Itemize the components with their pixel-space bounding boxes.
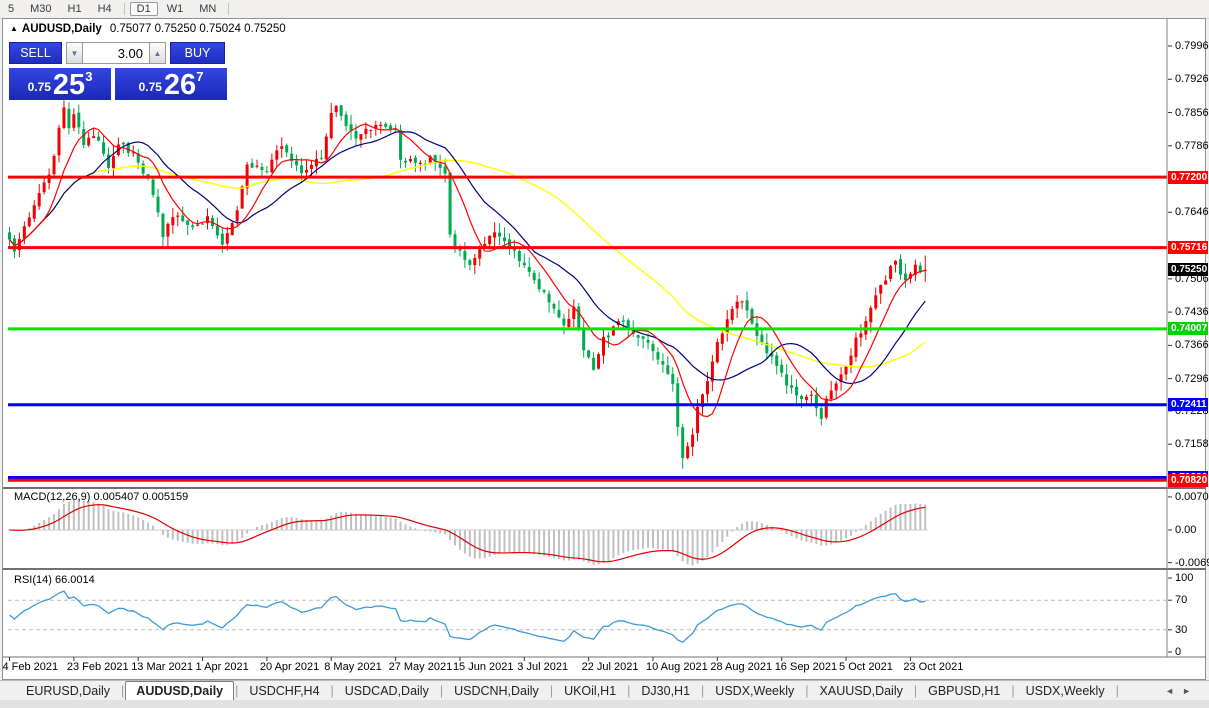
volume-input[interactable] (83, 42, 149, 64)
spin-down-icon: ▼ (70, 48, 79, 58)
sell-price-sup: 3 (85, 69, 93, 84)
volume-decrease-button[interactable]: ▼ (66, 42, 83, 64)
buy-price-prefix: 0.75 (138, 80, 162, 94)
chart-ohlc-values: 0.75077 0.75250 0.75024 0.75250 (109, 23, 286, 35)
tab-separator: | (1115, 684, 1119, 698)
chart-tabs-bar: EURUSD,Daily | AUDUSD,Daily | USDCHF,H4 | USDC… (0, 680, 1209, 701)
sell-price-big: 25 (52, 69, 86, 101)
sell-price[interactable]: 0.75 25 3 (9, 68, 111, 100)
chart-title: ▲ AUDUSD,Daily 0.75077 0.75250 0.75024 0.7… (10, 23, 286, 35)
chart-tab-gbpusd-9[interactable]: GBPUSD,H1 (918, 682, 1010, 700)
buy-price-big: 26 (163, 69, 197, 101)
collapse-arrow-icon[interactable]: ▲ (10, 24, 18, 33)
tab-scroll-left-icon[interactable]: ◄ (1165, 686, 1182, 696)
mt4-window: 5M30H1H4D1W1MN 0.799600.792600.785600.77… (0, 0, 1209, 708)
chart-symbol-label: AUDUSD,Daily (21, 23, 102, 35)
sell-button[interactable]: SELL (9, 42, 62, 64)
tab-scroll-right-icon[interactable]: ► (1182, 686, 1199, 696)
chart-tab-eurusd-0[interactable]: EURUSD,Daily (16, 682, 120, 700)
chart-tab-audusd-1[interactable]: AUDUSD,Daily (125, 681, 235, 701)
volume-increase-button[interactable]: ▲ (149, 42, 166, 64)
price-chart-canvas[interactable] (0, 0, 1209, 708)
chart-tab-usdx-7[interactable]: USDX,Weekly (705, 682, 804, 700)
chart-tab-xauusd-8[interactable]: XAUUSD,Daily (810, 682, 913, 700)
chart-tab-usdchf-2[interactable]: USDCHF,H4 (239, 682, 329, 700)
chart-tab-dj30-6[interactable]: DJ30,H1 (631, 682, 700, 700)
sell-price-prefix: 0.75 (27, 80, 51, 94)
buy-button[interactable]: BUY (170, 42, 225, 64)
buy-price-sup: 7 (196, 69, 204, 84)
chart-tab-usdx-10[interactable]: USDX,Weekly (1016, 682, 1115, 700)
window-bottom-strip (0, 700, 1209, 708)
chart-tab-ukoil-5[interactable]: UKOil,H1 (554, 682, 626, 700)
buy-price[interactable]: 0.75 26 7 (115, 68, 227, 100)
chart-tab-usdcad-3[interactable]: USDCAD,Daily (335, 682, 439, 700)
one-click-trading-panel: SELL ▼ ▲ BUY 0.75253 0.75267 (9, 42, 229, 100)
chart-tab-usdcnh-4[interactable]: USDCNH,Daily (444, 682, 549, 700)
spin-up-icon: ▲ (153, 48, 162, 58)
